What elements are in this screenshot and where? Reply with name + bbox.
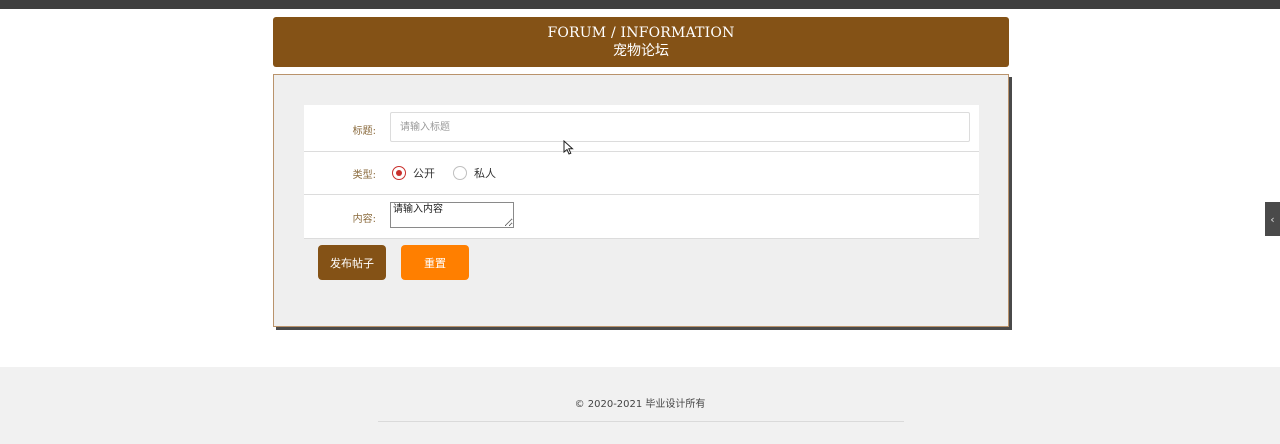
content-label: 内容: xyxy=(352,214,376,225)
content-textarea[interactable] xyxy=(390,202,514,228)
post-form-panel: 标题: 类型: 公开 私人 内容: 发布帖子 重置 xyxy=(273,74,1009,327)
title-label: 标题: xyxy=(352,126,376,137)
radio-checked-icon[interactable] xyxy=(392,166,406,180)
content-row: 内容: xyxy=(304,195,979,239)
chevron-left-icon: ‹ xyxy=(1270,212,1275,226)
header-title-cn: 宠物论坛 xyxy=(613,43,669,59)
footer: © 2020-2021 毕业设计所有 xyxy=(0,367,1280,444)
type-private-radio[interactable]: 私人 xyxy=(453,165,496,181)
footer-copyright: © 2020-2021 毕业设计所有 xyxy=(574,399,706,410)
type-private-label[interactable]: 私人 xyxy=(474,165,496,181)
footer-divider xyxy=(378,421,904,422)
type-row: 类型: 公开 私人 xyxy=(304,152,979,195)
type-label: 类型: xyxy=(352,170,376,181)
radio-unchecked-icon[interactable] xyxy=(453,166,467,180)
reset-button[interactable]: 重置 xyxy=(401,245,469,280)
title-input[interactable] xyxy=(390,112,970,142)
type-public-label[interactable]: 公开 xyxy=(413,165,435,181)
header-title-en: FORUM / INFORMATION xyxy=(547,25,735,41)
title-row: 标题: xyxy=(304,105,979,152)
submit-post-button[interactable]: 发布帖子 xyxy=(318,245,386,280)
side-panel-toggle[interactable]: ‹ xyxy=(1265,202,1280,236)
type-public-radio[interactable]: 公开 xyxy=(392,165,435,181)
mouse-pointer-icon xyxy=(563,140,574,155)
page-header: FORUM / INFORMATION 宠物论坛 xyxy=(273,17,1009,67)
top-strip xyxy=(0,0,1280,9)
